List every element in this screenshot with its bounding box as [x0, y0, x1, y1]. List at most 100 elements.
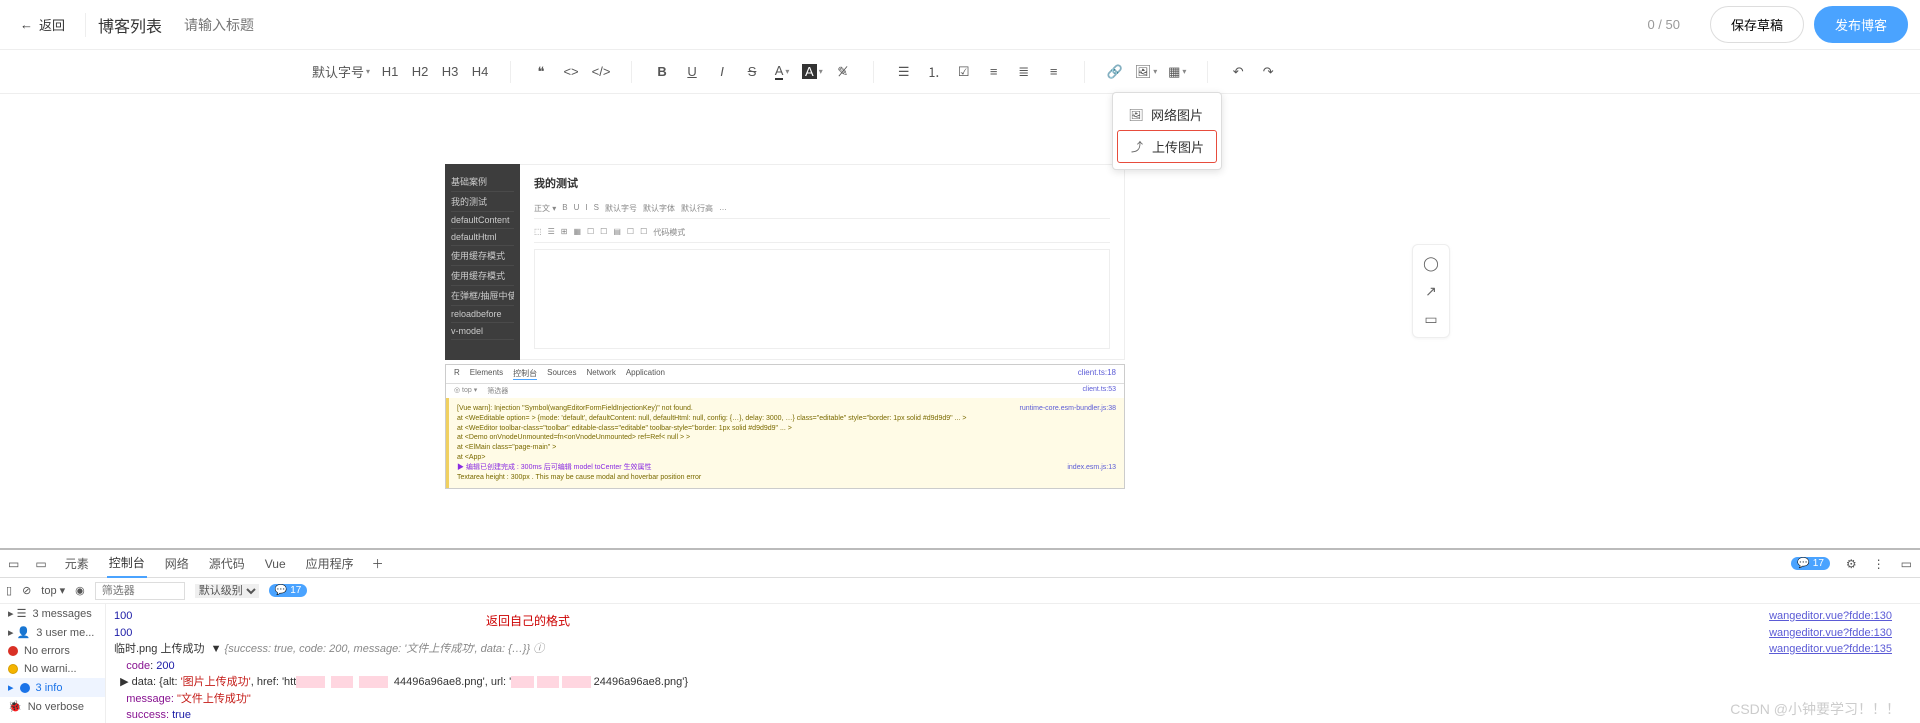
tab-network[interactable]: 网络	[163, 550, 191, 577]
redo-button[interactable]: ↷	[1254, 58, 1282, 86]
device-icon[interactable]: ▭	[35, 557, 46, 571]
mock-tb-item: 正文 ▾	[534, 203, 556, 214]
todo-button[interactable]: ☑	[950, 58, 978, 86]
mock-warn: runtime-core.esm-bundler.js:38 [Vue warn…	[446, 398, 1124, 488]
sidebar-errors[interactable]: No errors	[0, 642, 105, 660]
mock-note: Textarea height : 300px . This may be ca…	[457, 473, 1116, 483]
tab-vue[interactable]: Vue	[263, 552, 288, 576]
sidebar-info[interactable]: ▸ 3 info	[0, 678, 105, 697]
ul-button[interactable]: ☰	[890, 58, 918, 86]
arrow-left-icon: ←	[20, 17, 33, 32]
italic-button[interactable]: I	[708, 58, 736, 86]
tab-app[interactable]: 应用程序	[304, 550, 356, 577]
book-icon[interactable]: ▭	[1421, 309, 1441, 329]
image-dropdown: 🖼 网络图片 ⤴ 上传图片	[1112, 92, 1222, 170]
upload-image-item[interactable]: ⤴ 上传图片	[1117, 130, 1217, 163]
sidebar-warnings[interactable]: No warni...	[0, 660, 105, 678]
h3-button[interactable]: H3	[436, 58, 464, 86]
filter-count-badge[interactable]: 💬 17	[269, 584, 308, 597]
context-select[interactable]: top ▾	[41, 584, 65, 597]
back-button[interactable]: ← 返回	[12, 11, 73, 38]
sidebar-toggle-icon[interactable]: ▯	[6, 584, 12, 597]
bg-color-button[interactable]: A	[798, 58, 827, 86]
issues-badge[interactable]: 💬 17	[1791, 557, 1830, 570]
inspect-icon[interactable]: ▭	[8, 557, 19, 571]
tab-console[interactable]: 控制台	[107, 549, 147, 578]
mock-tb-item: ☐	[600, 227, 607, 238]
mock-warn-line: at <ElMain class="page-main" >	[457, 443, 1116, 453]
save-draft-button[interactable]: 保存草稿	[1710, 6, 1804, 43]
source-link[interactable]: wangeditor.vue?fdde:130	[1769, 608, 1892, 625]
publish-button[interactable]: 发布博客	[1814, 6, 1908, 43]
image-button[interactable]: 🖼	[1131, 58, 1162, 86]
console-filter-bar: ▯ ⊘ top ▾ ◉ 默认级别 💬 17	[0, 578, 1920, 604]
clear-icon[interactable]: ⊘	[22, 584, 31, 597]
separator	[1084, 61, 1085, 83]
text-color-button[interactable]: A	[768, 58, 796, 86]
log-text: , href: 'htt	[251, 676, 297, 688]
table-button[interactable]: ▦	[1163, 58, 1191, 86]
log-object: {success: true, code: 200, message: '文件上…	[225, 643, 545, 655]
upload-image-label: 上传图片	[1152, 137, 1204, 156]
share-icon[interactable]: ↗	[1421, 281, 1441, 301]
h2-button[interactable]: H2	[406, 58, 434, 86]
mock-sidebar: 基础案例 我的测试 defaultContent defaultHtml 使用缓…	[445, 164, 520, 360]
mock-tb-item: ☐	[627, 227, 634, 238]
code-button[interactable]: <>	[557, 58, 585, 86]
undo-button[interactable]: ↶	[1224, 58, 1252, 86]
breadcrumb[interactable]: 博客列表	[98, 13, 162, 37]
devtools-tabs: ▭ ▭ 元素 控制台 网络 源代码 Vue 应用程序 ＋ 💬 17 ⚙ ⋮ ▭	[0, 550, 1920, 578]
dock-icon[interactable]: ▭	[1901, 557, 1912, 571]
add-tab-icon[interactable]: ＋	[372, 555, 384, 572]
eye-icon[interactable]: ◉	[75, 584, 85, 597]
align-right-button[interactable]: ≡	[1040, 58, 1068, 86]
mock-tab: Sources	[547, 368, 576, 380]
source-link[interactable]: wangeditor.vue?fdde:135	[1769, 641, 1892, 658]
strike-button[interactable]: S	[738, 58, 766, 86]
mock-warn-line: at <App>	[457, 453, 1116, 463]
sidebar-usermsg[interactable]: ▸ 👤 3 user me...	[0, 623, 105, 642]
float-tools: ◯ ↗ ▭	[1412, 244, 1450, 338]
warning-icon	[8, 664, 18, 674]
devtools-panel: ▭ ▭ 元素 控制台 网络 源代码 Vue 应用程序 ＋ 💬 17 ⚙ ⋮ ▭ …	[0, 548, 1920, 723]
console-sidebar: ▸ ☰ 3 messages ▸ 👤 3 user me... No error…	[0, 604, 106, 723]
editor-canvas[interactable]: ◯ ↗ ▭ 基础案例 我的测试 defaultContent defaultHt…	[0, 94, 1920, 548]
mock-tb-item: ☰	[548, 227, 555, 238]
link-button[interactable]: 🔗	[1101, 58, 1129, 86]
log-bool: true	[172, 709, 191, 721]
net-image-label: 网络图片	[1151, 105, 1203, 124]
embedded-screenshot: 基础案例 我的测试 defaultContent defaultHtml 使用缓…	[445, 164, 1125, 489]
bold-button[interactable]: B	[648, 58, 676, 86]
align-center-button[interactable]: ≣	[1010, 58, 1038, 86]
tab-elements[interactable]: 元素	[63, 550, 91, 577]
mock-warn-line: at <WeEditor toolbar-class="toolbar" edi…	[457, 424, 1116, 434]
console-output[interactable]: 返回自己的格式 wangeditor.vue?fdde:130100 wange…	[106, 604, 1920, 723]
sidebar-messages[interactable]: ▸ ☰ 3 messages	[0, 604, 105, 623]
font-size-select[interactable]: 默认字号	[308, 58, 374, 86]
source-link[interactable]: wangeditor.vue?fdde:130	[1769, 625, 1892, 642]
quote-button[interactable]: ❝	[527, 58, 555, 86]
align-left-button[interactable]: ≡	[980, 58, 1008, 86]
more-icon[interactable]: ⋮	[1873, 557, 1885, 571]
sidebar-verbose[interactable]: 🐞 No verbose	[0, 697, 105, 716]
filter-input[interactable]	[95, 582, 185, 600]
net-image-item[interactable]: 🖼 网络图片	[1117, 99, 1217, 130]
mock-tb-item: ⊞	[561, 227, 568, 238]
mock-side-item: defaultHtml	[451, 229, 514, 246]
mock-warn-line: at <WeEditable option= > {mode: 'default…	[457, 414, 1116, 424]
title-input[interactable]	[178, 11, 1627, 39]
h4-button[interactable]: H4	[466, 58, 494, 86]
underline-button[interactable]: U	[678, 58, 706, 86]
h1-button[interactable]: H1	[376, 58, 404, 86]
tab-sources[interactable]: 源代码	[207, 550, 247, 577]
mock-tab: Elements	[470, 368, 503, 380]
mock-side-item: v-model	[451, 323, 514, 340]
ol-button[interactable]: ⒈	[920, 58, 948, 86]
clear-format-button[interactable]: ✎̸	[829, 58, 857, 86]
gear-icon[interactable]: ⚙	[1846, 557, 1857, 571]
level-select[interactable]: 默认级别	[195, 584, 259, 598]
divider	[85, 13, 86, 37]
github-icon[interactable]: ◯	[1421, 253, 1441, 273]
mock-tb-item: 默认字体	[643, 203, 675, 214]
codeblock-button[interactable]: </>	[587, 58, 615, 86]
